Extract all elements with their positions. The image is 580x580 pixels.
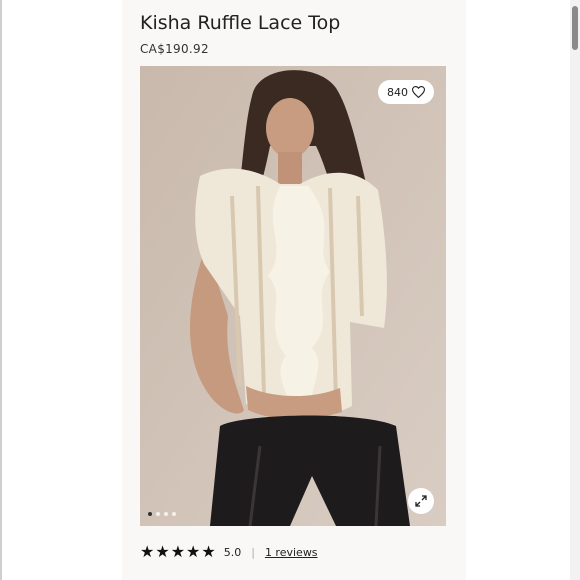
- star-icon: ★: [155, 542, 170, 561]
- product-card: Kisha Ruffle Lace Top CA$190.92 840 ★ ★ …: [122, 0, 466, 580]
- product-photo: [140, 66, 446, 526]
- heart-icon: [412, 86, 425, 98]
- expand-arrows-icon: [415, 495, 427, 507]
- like-count: 840: [387, 85, 408, 99]
- product-image-carousel[interactable]: 840: [140, 66, 446, 526]
- carousel-indicator: [148, 512, 176, 516]
- like-button[interactable]: 840: [378, 80, 434, 104]
- star-rating: ★ ★ ★ ★ ★: [140, 544, 216, 560]
- carousel-dot[interactable]: [148, 512, 152, 516]
- reviews-link[interactable]: 1 reviews: [265, 546, 318, 559]
- carousel-dot[interactable]: [156, 512, 160, 516]
- expand-image-button[interactable]: [408, 488, 434, 514]
- star-icon: ★: [170, 542, 186, 561]
- rating-value: 5.0: [223, 545, 242, 559]
- product-title: Kisha Ruffle Lace Top: [140, 12, 341, 34]
- carousel-dot[interactable]: [172, 512, 176, 516]
- star-icon: ★: [201, 542, 216, 561]
- product-price: CA$190.92: [140, 42, 209, 56]
- divider: |: [251, 545, 255, 559]
- star-icon: ★: [140, 542, 155, 561]
- scrollbar-thumb[interactable]: [572, 6, 578, 50]
- page-left-border: [0, 0, 2, 580]
- carousel-dot[interactable]: [164, 512, 168, 516]
- rating-summary: ★ ★ ★ ★ ★ 5.0 | 1 reviews: [140, 544, 318, 560]
- star-icon: ★: [186, 542, 201, 561]
- scrollbar-track[interactable]: [570, 0, 580, 580]
